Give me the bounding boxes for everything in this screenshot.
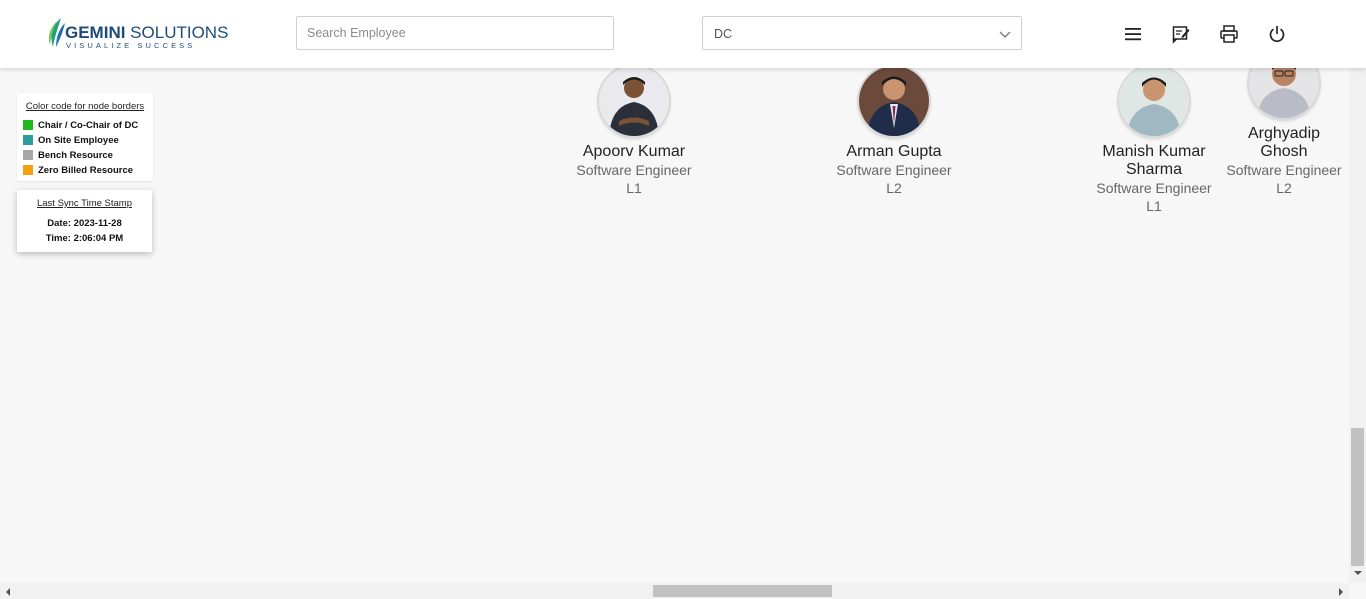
- dc-dropdown[interactable]: DC: [702, 16, 1022, 50]
- legend-title: Color code for node borders: [25, 101, 145, 112]
- employee-node[interactable]: Arman Gupta Software Engineer L2: [829, 66, 959, 206]
- gemini-logo[interactable]: GEMINI SOLUTIONS VISUALIZE SUCCESS: [47, 17, 228, 51]
- logo-tagline: VISUALIZE SUCCESS: [66, 41, 196, 50]
- employee-avatar: [859, 66, 929, 136]
- color-legend: Color code for node borders Chair / Co-C…: [17, 93, 153, 181]
- employee-node[interactable]: Manish Kumar Sharma Software Engineer L1: [1089, 66, 1219, 216]
- legend-label: Zero Billed Resource: [38, 165, 134, 176]
- employee-level: L2: [886, 180, 902, 196]
- edit-note-icon: [1172, 26, 1190, 44]
- chevron-down-icon: [999, 31, 1011, 38]
- employee-title: Software Engineer: [836, 162, 952, 178]
- employee-name-line2: Sharma: [1125, 161, 1183, 178]
- edit-note-button[interactable]: [1171, 24, 1191, 44]
- last-sync-card: Last Sync Time Stamp Date: 2023-11-28 Ti…: [17, 190, 152, 252]
- legend-swatch: [23, 135, 33, 145]
- employee-level: L1: [1146, 198, 1162, 214]
- employee-level: L2: [1276, 180, 1292, 196]
- employee-title: Software Engineer: [576, 162, 692, 178]
- leaf-logo-icon: [48, 18, 65, 47]
- logout-button[interactable]: [1267, 24, 1287, 44]
- print-button[interactable]: [1219, 24, 1239, 44]
- legend-swatch: [23, 120, 33, 130]
- employee-level: L1: [626, 180, 642, 196]
- employee-name: Apoorv Kumar: [582, 143, 686, 160]
- scroll-left-arrow-icon[interactable]: [4, 587, 12, 597]
- employee-name-line1: Manish Kumar: [1102, 143, 1206, 160]
- power-icon: [1269, 26, 1285, 43]
- sync-date: Date: 2023-11-28: [47, 218, 122, 229]
- employee-node[interactable]: Arghyadip Ghosh Software Engineer L2: [1219, 48, 1349, 198]
- employee-avatar: [1119, 66, 1189, 136]
- menu-button[interactable]: [1123, 24, 1143, 44]
- scroll-right-arrow-icon[interactable]: [1337, 587, 1345, 597]
- scroll-down-arrow-icon[interactable]: [1352, 569, 1364, 577]
- legend-swatch: [23, 165, 33, 175]
- employee-name: Arman Gupta: [846, 143, 942, 160]
- search-employee-input[interactable]: [296, 16, 614, 50]
- sync-time: Time: 2:06:04 PM: [45, 233, 124, 244]
- employee-title: Software Engineer: [1226, 162, 1342, 178]
- horizontal-scroll-thumb[interactable]: [653, 585, 832, 597]
- dropdown-selected-value: DC: [714, 27, 733, 41]
- legend-swatch: [23, 150, 33, 160]
- logo-wordmark: GEMINI SOLUTIONS: [65, 23, 229, 42]
- vertical-scroll-thumb[interactable]: [1351, 428, 1364, 566]
- legend-label: Chair / Co-Chair of DC: [38, 120, 139, 131]
- employee-name-line2: Ghosh: [1260, 143, 1308, 160]
- employee-avatar: [599, 66, 669, 136]
- employee-name-line1: Arghyadip: [1247, 125, 1321, 142]
- employee-node[interactable]: Apoorv Kumar Software Engineer L1: [569, 66, 699, 206]
- print-icon: [1220, 25, 1238, 43]
- employee-title: Software Engineer: [1096, 180, 1212, 196]
- menu-icon: [1125, 28, 1141, 41]
- sync-title: Last Sync Time Stamp: [36, 198, 133, 209]
- legend-label: On Site Employee: [38, 135, 119, 146]
- legend-label: Bench Resource: [38, 150, 113, 161]
- top-header: GEMINI SOLUTIONS VISUALIZE SUCCESS DC: [0, 0, 1366, 68]
